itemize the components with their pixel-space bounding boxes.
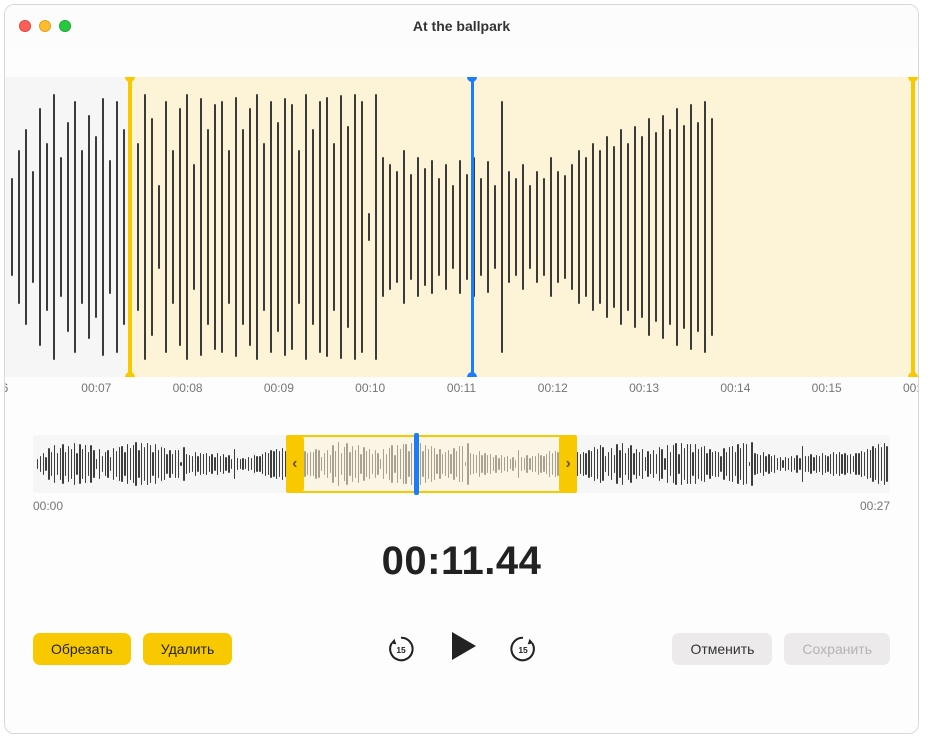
ruler-tick: 00:16: [903, 381, 919, 395]
toolbar: Обрезать Удалить 15 15 Отменить Сохранит…: [33, 628, 890, 669]
ruler-tick: 00:07: [81, 381, 111, 395]
save-button[interactable]: Сохранить: [784, 633, 890, 665]
editor-body: 6 00:07 00:08 00:09 00:10 00:11 00:12 00:13 00:1…: [5, 47, 918, 733]
ruler-tick: 00:15: [812, 381, 842, 395]
overview-handle-right[interactable]: ›: [559, 437, 577, 491]
trim-button[interactable]: Обрезать: [33, 633, 131, 665]
minimize-icon[interactable]: [39, 20, 51, 32]
ruler-tick: 00:11: [447, 381, 476, 395]
window-controls: [19, 20, 71, 32]
ruler-tick: 00:08: [173, 381, 203, 395]
close-icon[interactable]: [19, 20, 31, 32]
skip-forward-15-icon[interactable]: 15: [508, 634, 538, 664]
main-waveform[interactable]: [5, 77, 918, 377]
ruler-tick: 00:09: [264, 381, 294, 395]
cancel-button[interactable]: Отменить: [672, 633, 772, 665]
playhead[interactable]: [471, 77, 474, 377]
skip-back-15-icon[interactable]: 15: [386, 634, 416, 664]
delete-button[interactable]: Удалить: [143, 633, 232, 665]
overview-time-labels: 00:00 00:27: [33, 499, 890, 513]
ruler-tick: 00:12: [538, 381, 568, 395]
ruler-tick: 00:13: [629, 381, 659, 395]
transport-controls: 15 15: [386, 628, 538, 669]
titlebar: At the ballpark: [5, 5, 918, 47]
trim-handle-left[interactable]: [128, 77, 132, 377]
overview-handle-left[interactable]: ‹: [286, 437, 304, 491]
ruler-tick: 00:14: [720, 381, 750, 395]
trim-handle-right[interactable]: [911, 77, 915, 377]
overview-end-time: 00:27: [860, 499, 890, 513]
overview-selection[interactable]: ‹ ›: [286, 435, 577, 493]
zoom-icon[interactable]: [59, 20, 71, 32]
ruler-tick: 6: [4, 381, 8, 395]
svg-text:15: 15: [396, 644, 406, 654]
overview-start-time: 00:00: [33, 499, 63, 513]
overview-playhead[interactable]: [414, 433, 419, 495]
current-time: 00:11.44: [5, 539, 918, 584]
overview-waveform[interactable]: ‹ ›: [33, 435, 890, 493]
waveform-bars: [5, 77, 918, 377]
editor-window: At the ballpark 6 00:07 00:08 00:09 00:10 00:…: [4, 4, 919, 734]
svg-text:15: 15: [518, 644, 528, 654]
ruler-tick: 00:10: [355, 381, 385, 395]
play-icon[interactable]: [444, 628, 480, 669]
window-title: At the ballpark: [5, 18, 918, 34]
time-ruler: 6 00:07 00:08 00:09 00:10 00:11 00:12 00:13 00:1…: [5, 381, 918, 407]
